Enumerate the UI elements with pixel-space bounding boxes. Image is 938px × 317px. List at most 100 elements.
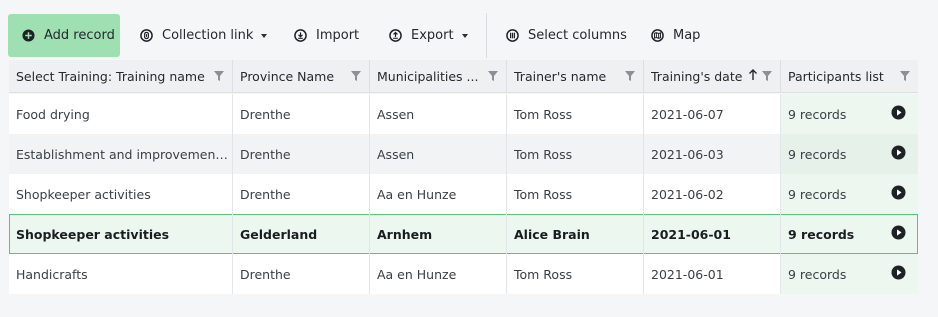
cell-text: Assen: [377, 106, 415, 122]
cell-trainer-name[interactable]: Alice Brain: [507, 214, 644, 254]
cell-text: Shopkeeper activities: [16, 226, 170, 242]
cell-text: Alice Brain: [514, 226, 590, 242]
cell-training-date[interactable]: 2021-06-02: [644, 174, 781, 214]
play-circle-icon[interactable]: [891, 265, 906, 280]
cell-province-name[interactable]: Drenthe: [233, 94, 370, 134]
cell-trainer-name[interactable]: Tom Ross: [507, 94, 644, 134]
column-header-training-name[interactable]: Select Training: Training name: [9, 60, 233, 93]
cell-text: Aa en Hunze: [377, 266, 457, 282]
cell-text: Tom Ross: [514, 186, 573, 202]
filter-icon[interactable]: [488, 71, 498, 81]
cell-training-name[interactable]: Handicrafts: [9, 254, 233, 294]
chevron-down-icon: [261, 33, 268, 38]
cell-text: Municipalities ...: [377, 69, 479, 84]
cell-municipality[interactable]: Arnhem: [370, 214, 507, 254]
cell-participants-list[interactable]: 9 records: [781, 214, 918, 254]
cell-text: 2021-06-07: [651, 106, 724, 122]
import-icon: [294, 29, 307, 42]
cell-participants-list[interactable]: 9 records: [781, 94, 918, 134]
add-record-button[interactable]: Add record: [8, 14, 120, 57]
cell-trainer-name[interactable]: Tom Ross: [507, 134, 644, 174]
cell-training-date[interactable]: 2021-06-03: [644, 134, 781, 174]
cell-text: Assen: [377, 146, 415, 162]
export-button[interactable]: Export: [389, 14, 468, 57]
cell-text: 2021-06-02: [651, 186, 724, 202]
cell-text: Participants list: [788, 69, 884, 84]
cell-text: 2021-06-01: [651, 266, 724, 282]
cell-text: 9 records: [788, 266, 847, 282]
cell-text: Food drying: [16, 106, 90, 122]
add-record-label: Add record: [44, 28, 115, 43]
table-row-selected[interactable]: Shopkeeper activities Gelderland Arnhem …: [9, 214, 918, 254]
filter-icon[interactable]: [214, 71, 224, 81]
cell-municipality[interactable]: Assen: [370, 134, 507, 174]
table-header: Select Training: Training name Province …: [9, 60, 918, 93]
import-button[interactable]: Import: [294, 14, 359, 57]
cell-text: Establishment and improvement...: [16, 146, 232, 162]
cell-participants-list[interactable]: 9 records: [781, 134, 918, 174]
play-circle-icon[interactable]: [891, 145, 906, 160]
cell-training-date[interactable]: 2021-06-07: [644, 94, 781, 134]
cell-province-name[interactable]: Drenthe: [233, 134, 370, 174]
toolbar: Add record Collection link Import Export…: [0, 0, 938, 60]
sort-up-icon[interactable]: [748, 69, 758, 81]
cell-participants-list[interactable]: 9 records: [781, 254, 918, 294]
filter-icon[interactable]: [351, 71, 361, 81]
table-row[interactable]: Food drying Drenthe Assen Tom Ross 2021-…: [9, 94, 918, 134]
column-header-province-name[interactable]: Province Name: [233, 60, 370, 93]
cell-training-name[interactable]: Establishment and improvement...: [9, 134, 233, 174]
filter-icon[interactable]: [762, 71, 772, 81]
cell-training-date[interactable]: 2021-06-01: [644, 214, 781, 254]
map-icon: [651, 29, 664, 42]
cell-text: 9 records: [788, 146, 847, 162]
cell-trainer-name[interactable]: Tom Ross: [507, 174, 644, 214]
export-label: Export: [411, 28, 454, 43]
cell-text: Handicrafts: [16, 266, 88, 282]
cell-text: Training's date: [651, 69, 743, 84]
cell-municipality[interactable]: Aa en Hunze: [370, 254, 507, 294]
column-header-trainer-name[interactable]: Trainer's name: [507, 60, 644, 93]
cell-text: Arnhem: [377, 226, 433, 242]
cell-training-date[interactable]: 2021-06-01: [644, 254, 781, 294]
play-circle-icon[interactable]: [891, 105, 906, 120]
cell-province-name[interactable]: Drenthe: [233, 174, 370, 214]
cell-text: Drenthe: [240, 106, 291, 122]
import-label: Import: [316, 28, 360, 43]
cell-municipality[interactable]: Aa en Hunze: [370, 174, 507, 214]
cell-text: Drenthe: [240, 146, 291, 162]
cell-training-name[interactable]: Food drying: [9, 94, 233, 134]
cell-text: Aa en Hunze: [377, 186, 457, 202]
link-icon: [140, 29, 153, 42]
filter-icon[interactable]: [625, 71, 635, 81]
cell-text: Tom Ross: [514, 106, 573, 122]
play-circle-icon[interactable]: [891, 185, 906, 200]
cell-text: Tom Ross: [514, 266, 573, 282]
map-button[interactable]: Map: [651, 14, 700, 57]
cell-trainer-name[interactable]: Tom Ross: [507, 254, 644, 294]
filter-icon[interactable]: [900, 71, 910, 81]
plus-circle-icon: [22, 29, 35, 42]
column-header-participants-list[interactable]: Participants list: [781, 60, 918, 93]
cell-participants-list[interactable]: 9 records: [781, 174, 918, 214]
table-row[interactable]: Handicrafts Drenthe Aa en Hunze Tom Ross…: [9, 254, 918, 294]
cell-text: Trainer's name: [514, 69, 607, 84]
table-row[interactable]: Shopkeeper activities Drenthe Aa en Hunz…: [9, 174, 918, 214]
cell-municipality[interactable]: Assen: [370, 94, 507, 134]
cell-text: 2021-06-03: [651, 146, 724, 162]
cell-text: 9 records: [788, 106, 847, 122]
cell-text: Tom Ross: [514, 146, 573, 162]
play-circle-icon[interactable]: [891, 225, 906, 240]
select-columns-button[interactable]: Select columns: [506, 14, 627, 57]
cell-province-name[interactable]: Drenthe: [233, 254, 370, 294]
table-row[interactable]: Establishment and improvement... Drenthe…: [9, 134, 918, 174]
cell-text: 9 records: [788, 186, 847, 202]
cell-province-name[interactable]: Gelderland: [233, 214, 370, 254]
collection-link-button[interactable]: Collection link: [140, 14, 268, 57]
cell-text: Drenthe: [240, 186, 291, 202]
cell-text: Drenthe: [240, 266, 291, 282]
column-header-training-date[interactable]: Training's date: [644, 60, 781, 93]
cell-training-name[interactable]: Shopkeeper activities: [9, 174, 233, 214]
export-icon: [389, 29, 402, 42]
column-header-municipalities[interactable]: Municipalities ...: [370, 60, 507, 93]
cell-training-name[interactable]: Shopkeeper activities: [9, 214, 233, 254]
